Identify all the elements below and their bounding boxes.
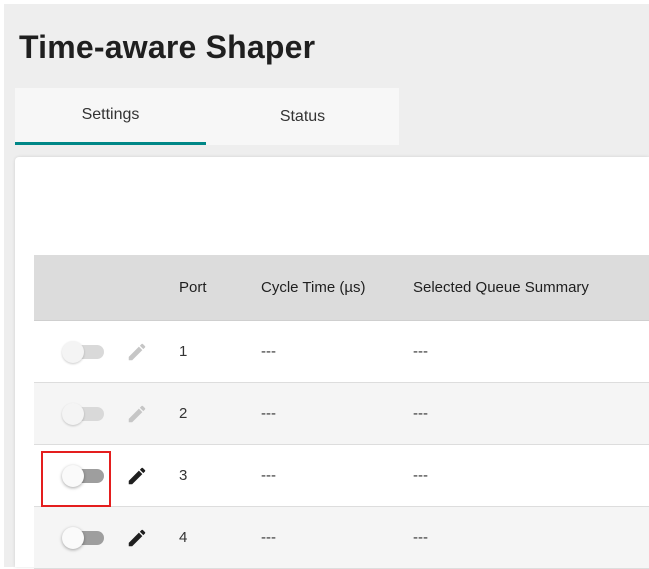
port-enable-toggle[interactable] [62,527,106,549]
table-row: 2 --- --- [34,383,649,445]
pencil-icon[interactable] [126,341,148,363]
queue-summary-cell: --- [413,529,428,546]
toggle-knob [62,527,84,549]
pencil-icon[interactable] [126,527,148,549]
cycle-time-cell: --- [261,529,276,546]
toggle-knob [62,403,84,425]
pencil-icon[interactable] [126,403,148,425]
table-row: 1 --- --- [34,321,649,383]
table-header: Port Cycle Time (µs) Selected Queue Summ… [34,255,649,321]
cycle-time-cell: --- [261,343,276,360]
column-header-queue-summary[interactable]: Selected Queue Summary [413,255,589,320]
tab-status[interactable]: Status [206,88,399,145]
column-header-port[interactable]: Port [179,255,207,320]
cycle-time-cell: --- [261,467,276,484]
page-title: Time-aware Shaper [19,29,316,65]
port-cell: 3 [179,467,188,484]
table-row: 3 --- --- [34,445,649,507]
port-cell: 1 [179,343,188,360]
tab-settings[interactable]: Settings [15,88,206,145]
queue-summary-cell: --- [413,343,428,360]
pencil-icon[interactable] [126,465,148,487]
port-enable-toggle[interactable] [62,465,106,487]
queue-summary-cell: --- [413,405,428,422]
queue-summary-cell: --- [413,467,428,484]
column-header-cycle-time[interactable]: Cycle Time (µs) [261,255,365,320]
port-enable-toggle[interactable] [62,341,106,363]
cycle-time-cell: --- [261,405,276,422]
port-cell: 4 [179,529,188,546]
port-enable-toggle[interactable] [62,403,106,425]
toggle-knob [62,341,84,363]
toggle-knob [62,465,84,487]
port-cell: 2 [179,405,188,422]
table-row: 4 --- --- [34,507,649,569]
